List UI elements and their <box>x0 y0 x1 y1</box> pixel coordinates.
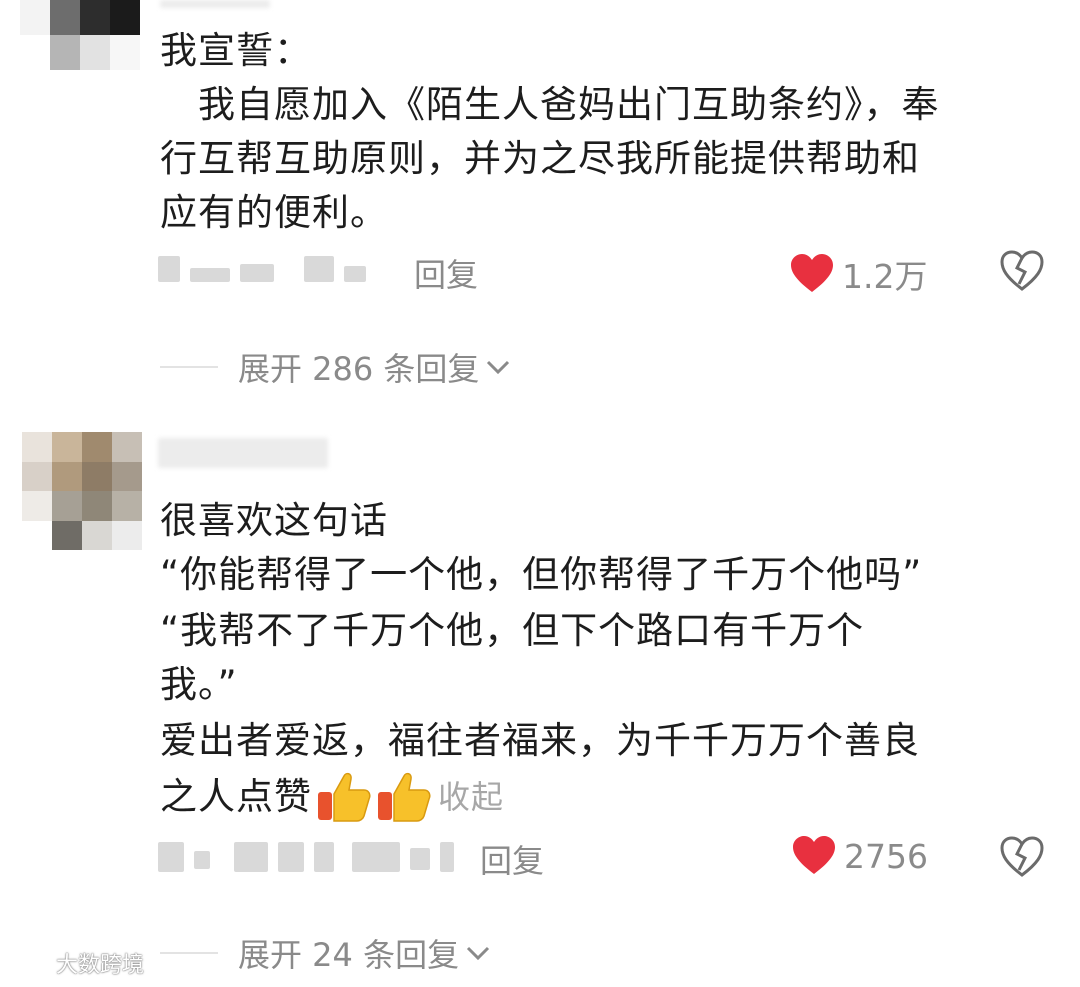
heart-icon <box>791 254 833 292</box>
username[interactable] <box>160 0 270 8</box>
avatar[interactable] <box>22 432 142 550</box>
watermark-logo-icon <box>10 953 50 973</box>
comment-text-line: 之人点赞 <box>160 775 312 818</box>
expand-replies-label: 展开 24 条回复 <box>238 936 460 974</box>
chevron-down-icon <box>467 946 490 961</box>
comment-text-line: “我帮不了千万个他，但下个路口有千万个 <box>160 609 865 652</box>
comment-text-line: 我。” <box>160 663 238 706</box>
like-button[interactable]: 1.2万 <box>790 250 927 298</box>
thumbs-up-icon <box>318 772 371 822</box>
like-count: 1.2万 <box>842 257 928 296</box>
comment-text-line: “你能帮得了一个他，但你帮得了千万个他吗” <box>160 553 923 596</box>
broken-heart-icon[interactable] <box>1000 250 1044 292</box>
comment-meta <box>158 256 376 282</box>
expand-replies-label: 展开 286 条回复 <box>238 350 480 388</box>
reply-button[interactable]: 回复 <box>414 250 478 296</box>
expand-replies-button[interactable]: 展开 286 条回复 <box>160 344 511 390</box>
comment-text-line: 行互帮互助原则，并为之尽我所能提供帮助和 <box>160 137 920 180</box>
expand-replies-button[interactable]: 展开 24 条回复 <box>160 930 491 976</box>
reply-button[interactable]: 回复 <box>480 836 544 882</box>
comment-text-line: 我宣誓： <box>160 29 312 72</box>
collapse-button[interactable]: 收起 <box>438 768 504 826</box>
comment-meta <box>158 842 464 872</box>
like-button[interactable]: 2756 <box>792 836 928 876</box>
comment-text-line: 很喜欢这句话 <box>160 499 388 542</box>
comment-text-line: 爱出者爱返，福往者福来，为千千万万个善良 <box>160 719 920 762</box>
comment-text-line: 我自愿加入《陌生人爸妈出门互助条约》，奉 <box>160 83 940 126</box>
broken-heart-icon[interactable] <box>1000 836 1044 878</box>
avatar[interactable] <box>20 0 140 70</box>
chevron-down-icon <box>487 360 510 375</box>
comment-text-last-line: 之人点赞 收起 <box>160 768 504 826</box>
like-count: 2756 <box>844 836 928 876</box>
comment-text-line: 应有的便利。 <box>160 191 388 234</box>
heart-icon <box>793 836 835 874</box>
username[interactable] <box>158 438 328 468</box>
watermark: 大数跨境 <box>10 947 144 979</box>
thumbs-up-icon <box>378 772 431 822</box>
watermark-text: 大数跨境 <box>56 953 145 978</box>
